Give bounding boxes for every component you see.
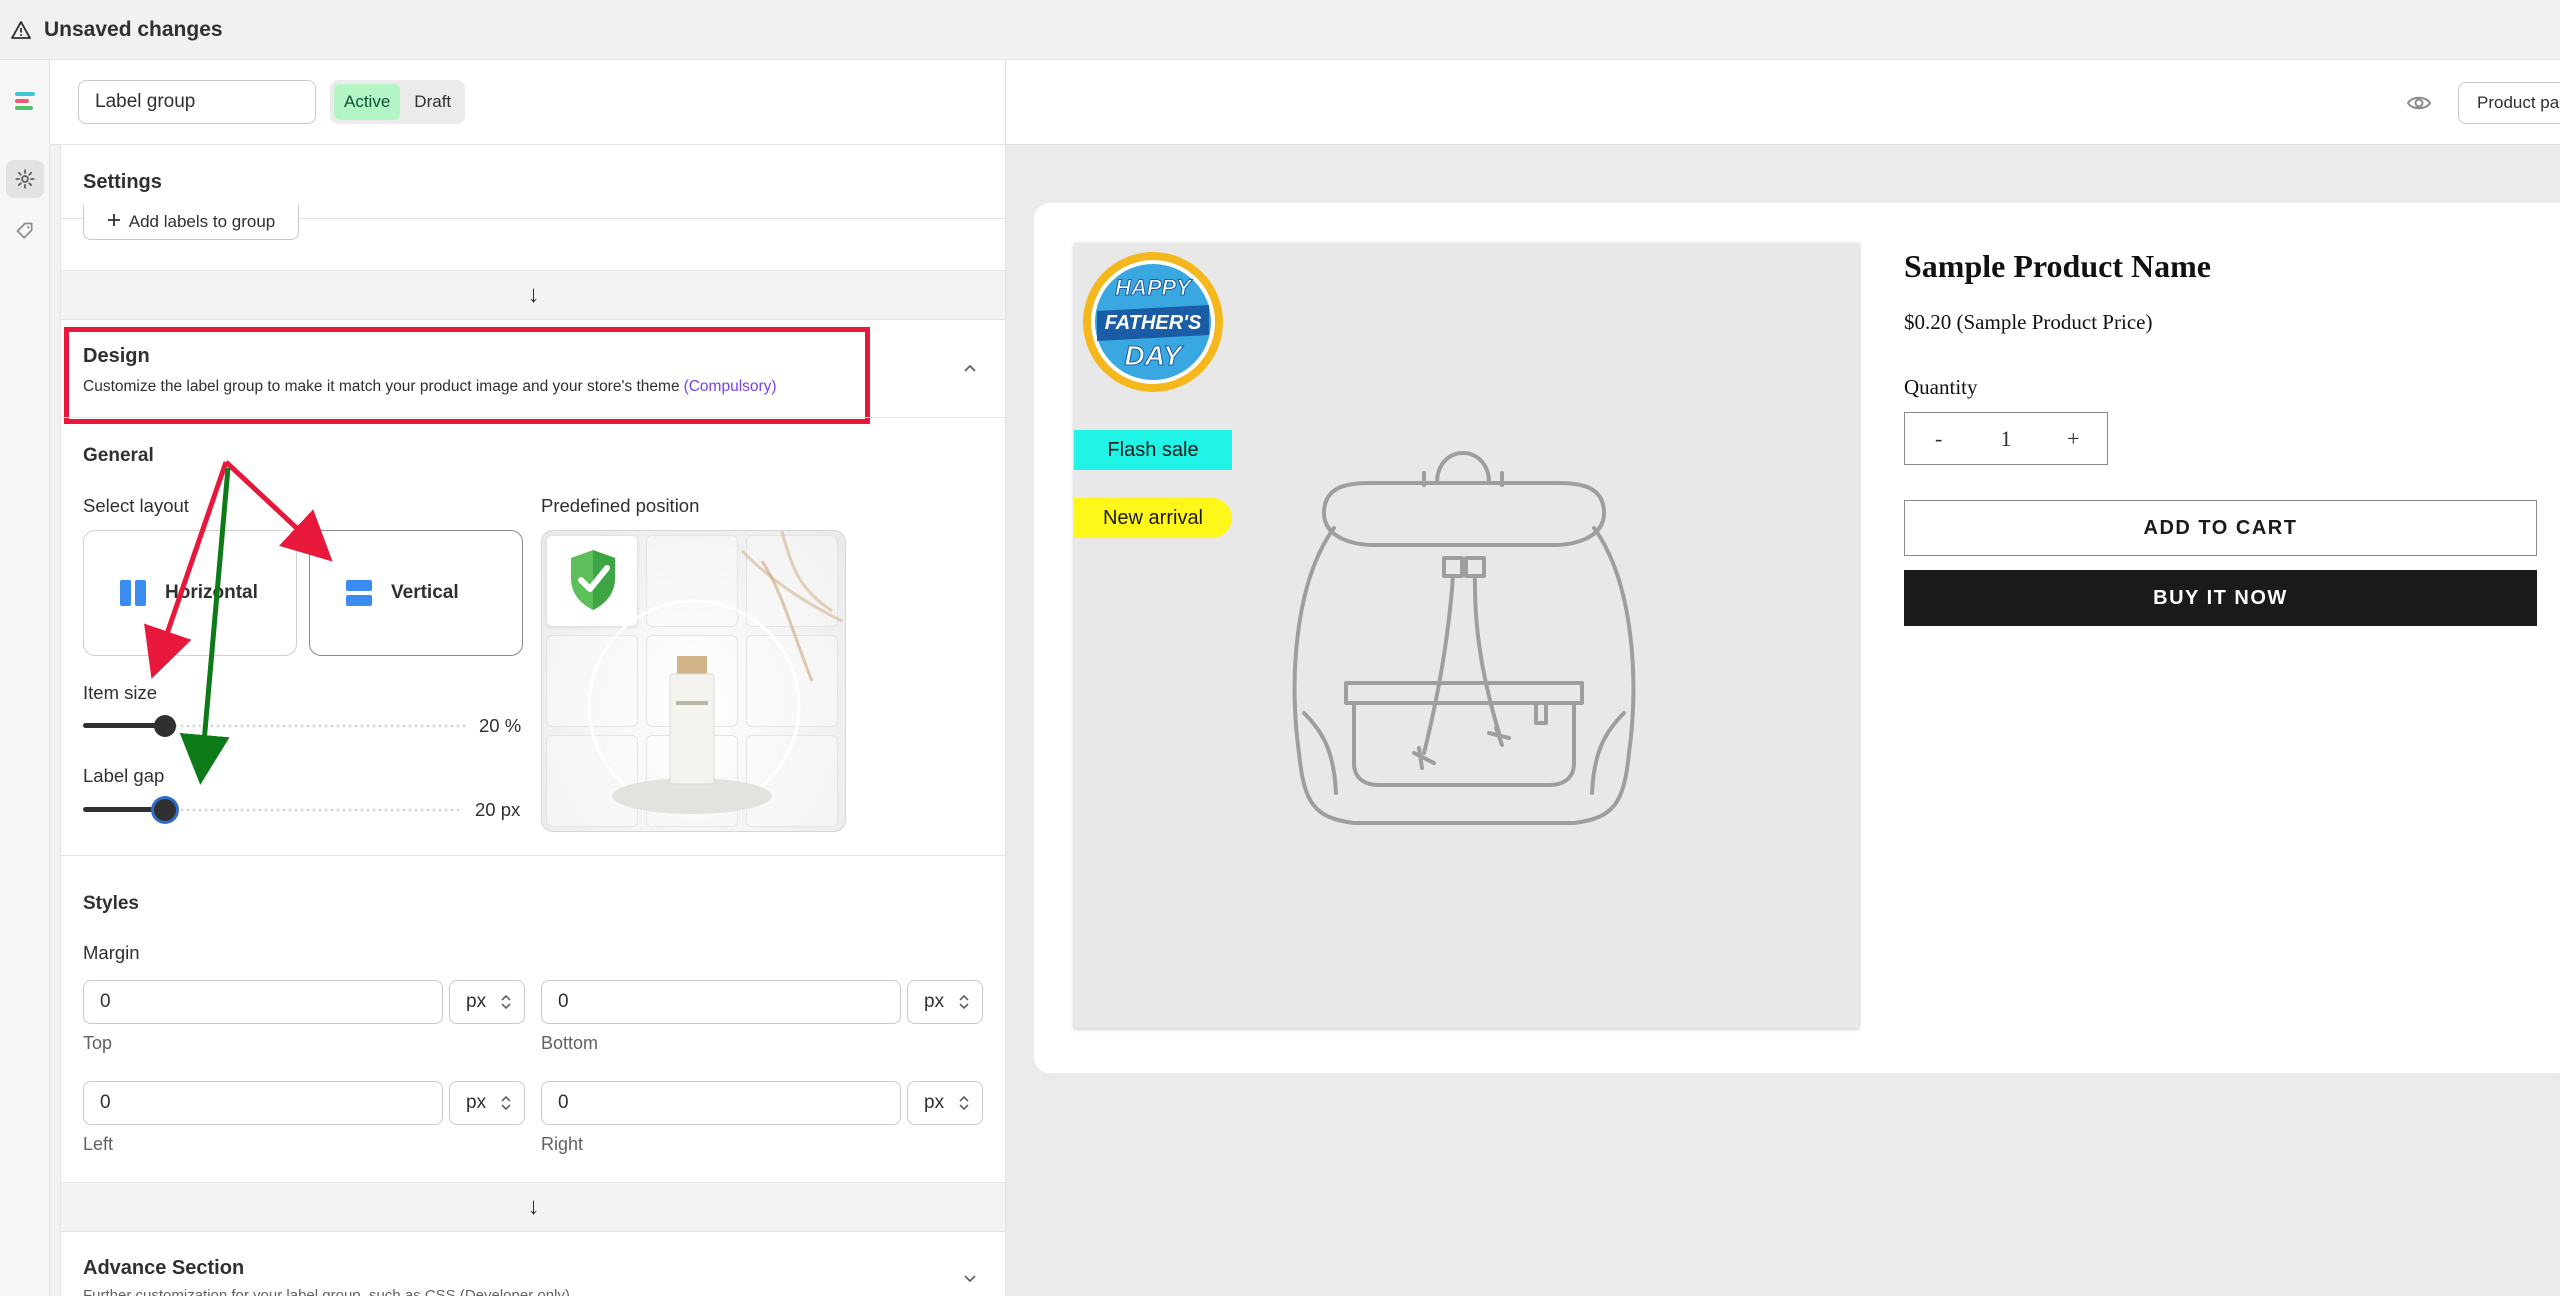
tag-icon[interactable]: [6, 212, 44, 250]
label-gap-slider[interactable]: [83, 795, 463, 825]
label-group-name-input[interactable]: Label group: [78, 80, 316, 124]
backpack-illustration: [1292, 451, 1636, 825]
divider: [61, 855, 1005, 856]
margin-left-input[interactable]: 0: [83, 1081, 443, 1125]
product-image: HAPPY FATHER'S DAY Flash sale New arriva…: [1074, 243, 1859, 1028]
section-arrow-strip: ↓: [61, 1182, 1005, 1232]
status-toggle: Active Draft: [330, 80, 466, 124]
slider-thumb[interactable]: [154, 715, 176, 737]
flash-sale-tag: Flash sale: [1074, 430, 1232, 470]
arrow-down-icon: ↓: [527, 281, 540, 308]
unsaved-changes-title: Unsaved changes: [44, 17, 223, 41]
margin-left-caption: Left: [83, 1134, 114, 1154]
editor-header: Label group Active Draft: [50, 60, 1005, 145]
section-arrow-strip: ↓: [61, 270, 1005, 320]
margin-top-input[interactable]: 0: [83, 980, 443, 1024]
settings-title: Settings: [83, 171, 162, 193]
advance-section-description: Further customization for your label gro…: [83, 1287, 570, 1296]
divider: [61, 417, 1005, 418]
margin-top-unit-select[interactable]: px: [449, 980, 525, 1024]
predefined-position-label: Predefined position: [541, 495, 700, 516]
slider-fill: [83, 723, 165, 728]
unsaved-changes-bar: Unsaved changes: [0, 0, 2560, 60]
app-logo-icon[interactable]: [6, 82, 44, 120]
margin-right-input[interactable]: 0: [541, 1081, 901, 1125]
margin-label: Margin: [83, 942, 140, 963]
product-name: Sample Product Name: [1904, 248, 2211, 284]
product-preview-card: HAPPY FATHER'S DAY Flash sale New arriva…: [1034, 203, 2560, 1073]
status-draft-option[interactable]: Draft: [404, 84, 461, 120]
select-arrows-icon: [959, 1095, 969, 1111]
margin-right-caption: Right: [541, 1134, 584, 1154]
add-to-cart-button[interactable]: ADD TO CART: [1904, 500, 2537, 556]
horizontal-layout-icon: [119, 579, 147, 607]
unit-label: px: [466, 1092, 487, 1113]
product-page-button[interactable]: Product pa: [2458, 82, 2560, 124]
badge-line-1: HAPPY: [1115, 275, 1193, 300]
settings-gear-icon[interactable]: [6, 160, 44, 198]
label-gap-label: Label gap: [83, 765, 165, 786]
product-price: $0.20 (Sample Product Price): [1904, 310, 2153, 334]
new-arrival-tag: New arrival: [1074, 498, 1232, 538]
alert-triangle-icon: [10, 19, 32, 41]
perfume-product-image: [587, 531, 843, 814]
badge-line-3: DAY: [1124, 340, 1183, 371]
vertical-layout-label: Vertical: [391, 582, 459, 603]
margin-top-caption: Top: [83, 1033, 113, 1053]
label-gap-value: 20 px: [475, 799, 521, 820]
layout-horizontal-option[interactable]: Horizontal: [83, 530, 297, 656]
slider-thumb[interactable]: [154, 799, 176, 821]
design-highlight-annotation: [64, 327, 870, 424]
buy-it-now-button[interactable]: BUY IT NOW: [1904, 570, 2537, 626]
badge-line-2: FATHER'S: [1105, 312, 1202, 334]
add-labels-button[interactable]: Add labels to group: [83, 205, 299, 240]
margin-bottom-unit-select[interactable]: px: [907, 980, 983, 1024]
margin-bottom-caption: Bottom: [541, 1033, 599, 1053]
quantity-label: Quantity: [1904, 375, 1978, 399]
select-arrows-icon: [959, 994, 969, 1010]
select-arrows-icon: [501, 1095, 511, 1111]
unit-label: px: [466, 991, 487, 1012]
layout-vertical-option[interactable]: Vertical: [309, 530, 523, 656]
unit-label: px: [924, 1092, 945, 1113]
plus-icon: [107, 212, 121, 232]
eye-icon[interactable]: [2406, 90, 2432, 116]
arrow-down-icon: ↓: [527, 1193, 540, 1220]
settings-panel: Settings Add labels to group ↓ Design Cu…: [60, 145, 1005, 1296]
vertical-layout-icon: [345, 579, 373, 607]
unit-label: px: [924, 991, 945, 1012]
item-size-label: Item size: [83, 682, 158, 703]
qty-value[interactable]: 1: [1972, 426, 2039, 452]
margin-right-unit-select[interactable]: px: [907, 1081, 983, 1125]
quantity-stepper: - 1 +: [1904, 412, 2108, 465]
margin-bottom-input[interactable]: 0: [541, 980, 901, 1024]
preview-header: Product pa: [1005, 60, 2560, 145]
general-title: General: [83, 445, 154, 466]
product-preview-area: HAPPY FATHER'S DAY Flash sale New arriva…: [1005, 145, 2560, 1296]
select-arrows-icon: [501, 994, 511, 1010]
add-labels-label: Add labels to group: [128, 212, 276, 231]
qty-decrease-button[interactable]: -: [1905, 426, 1972, 452]
status-active-option[interactable]: Active: [334, 84, 401, 120]
select-layout-label: Select layout: [83, 495, 189, 516]
margin-left-unit-select[interactable]: px: [449, 1081, 525, 1125]
fathers-day-badge: HAPPY FATHER'S DAY: [1083, 252, 1223, 392]
styles-title: Styles: [83, 893, 139, 914]
slider-fill: [83, 807, 165, 812]
item-size-slider[interactable]: [83, 711, 468, 741]
predefined-position-grid: [541, 530, 846, 832]
chevron-up-icon[interactable]: [961, 360, 979, 378]
qty-increase-button[interactable]: +: [2040, 426, 2107, 452]
advance-section-title: Advance Section: [83, 1257, 245, 1279]
item-size-value: 20 %: [479, 715, 522, 736]
chevron-down-icon[interactable]: [961, 1269, 979, 1287]
app-nav-rail: [0, 60, 50, 1296]
horizontal-layout-label: Horizontal: [165, 582, 258, 603]
